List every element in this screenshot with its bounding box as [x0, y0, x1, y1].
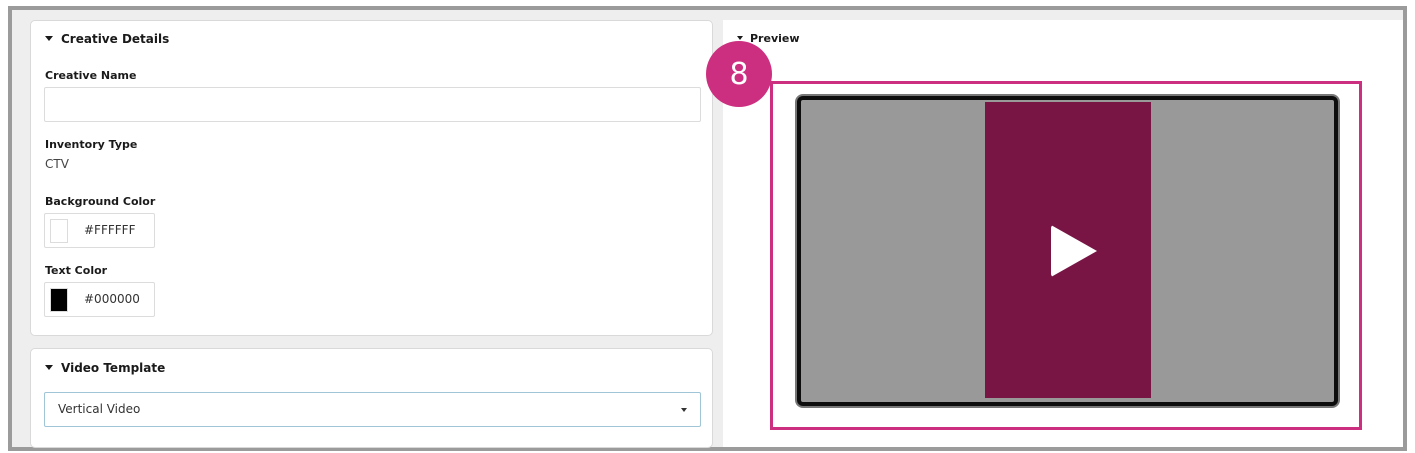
video-template-panel: Video Template Vertical Video — [30, 348, 713, 448]
text-color-field[interactable]: #000000 — [44, 282, 155, 317]
chevron-down-icon — [681, 408, 687, 412]
video-template-select[interactable]: Vertical Video — [44, 392, 701, 427]
preview-title: Preview — [750, 32, 800, 45]
creative-details-title: Creative Details — [61, 32, 170, 46]
background-color-swatch[interactable] — [50, 219, 68, 243]
creative-name-label: Creative Name — [45, 69, 137, 82]
creative-details-header[interactable]: Creative Details — [45, 32, 169, 46]
video-template-selected: Vertical Video — [58, 402, 141, 416]
text-color-label: Text Color — [45, 264, 108, 277]
inventory-type-label: Inventory Type — [45, 138, 138, 151]
creative-details-panel: Creative Details Creative Name Inventory… — [30, 20, 713, 336]
play-icon[interactable] — [1051, 225, 1097, 277]
background-color-field[interactable]: #FFFFFF — [44, 213, 155, 248]
inventory-type-value: CTV — [45, 157, 69, 171]
video-preview-player[interactable] — [797, 96, 1338, 406]
collapse-caret-icon — [737, 36, 743, 40]
collapse-caret-icon — [45, 365, 53, 370]
step-number-badge: 8 — [706, 41, 772, 107]
creative-name-input[interactable] — [44, 87, 701, 122]
video-template-title: Video Template — [61, 361, 166, 375]
video-template-header[interactable]: Video Template — [45, 361, 165, 375]
text-color-swatch[interactable] — [50, 288, 68, 312]
collapse-caret-icon — [45, 36, 53, 41]
text-color-value: #000000 — [84, 292, 140, 306]
background-color-value: #FFFFFF — [84, 223, 136, 237]
background-color-label: Background Color — [45, 195, 156, 208]
